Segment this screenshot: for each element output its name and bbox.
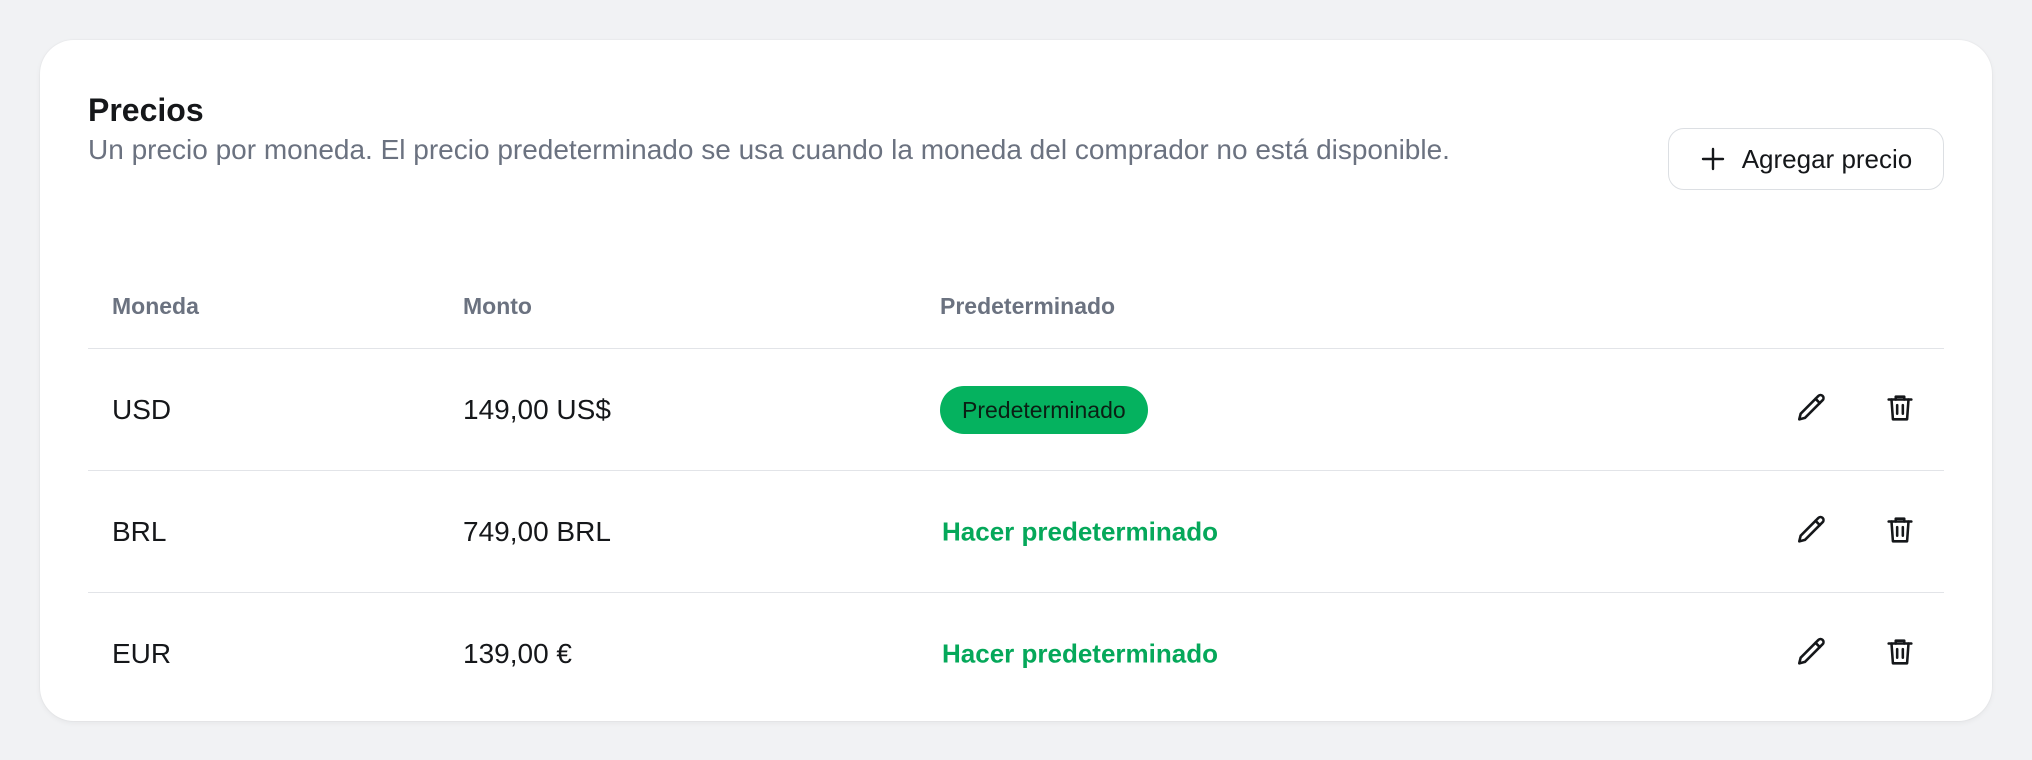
table-header: Moneda Monto Predeterminado <box>88 240 1944 349</box>
add-price-label: Agregar precio <box>1741 143 1913 174</box>
prices-table: Moneda Monto Predeterminado USD 149,00 U… <box>88 240 1944 714</box>
amount-cell: 749,00 BRL <box>463 515 611 547</box>
pricing-card: Precios Un precio por moneda. El precio … <box>40 40 1992 721</box>
add-price-button[interactable]: Agregar precio <box>1668 128 1944 190</box>
table-row: USD 149,00 US$ Predeterminado <box>88 349 1944 471</box>
column-header-default: Predeterminado <box>940 293 1116 319</box>
amount-cell: 139,00 € <box>463 637 572 669</box>
pricing-title: Precios <box>88 92 204 128</box>
pricing-header: Precios Un precio por moneda. El precio … <box>88 90 1944 200</box>
amount-cell: 149,00 US$ <box>463 393 611 425</box>
table-row: EUR 139,00 € Hacer predeterminado <box>88 593 1944 714</box>
edit-price-button[interactable] <box>1792 634 1832 674</box>
pencil-icon <box>1795 513 1829 550</box>
trash-icon <box>1883 635 1917 672</box>
delete-price-button[interactable] <box>1880 390 1920 430</box>
column-header-amount: Monto <box>463 293 532 319</box>
table-row: BRL 749,00 BRL Hacer predeterminado <box>88 471 1944 593</box>
delete-price-button[interactable] <box>1880 512 1920 552</box>
edit-price-button[interactable] <box>1792 390 1832 430</box>
edit-price-button[interactable] <box>1792 512 1832 552</box>
delete-price-button[interactable] <box>1880 634 1920 674</box>
pencil-icon <box>1795 391 1829 428</box>
plus-icon <box>1700 146 1726 172</box>
trash-icon <box>1883 391 1917 428</box>
currency-cell: USD <box>112 393 172 425</box>
default-badge: Predeterminado <box>940 385 1148 434</box>
currency-cell: BRL <box>112 515 167 547</box>
trash-icon <box>1883 513 1917 550</box>
pencil-icon <box>1795 635 1829 672</box>
make-default-button[interactable]: Hacer predeterminado <box>942 516 1218 547</box>
column-header-currency: Moneda <box>112 293 199 319</box>
currency-cell: EUR <box>112 637 172 669</box>
make-default-button[interactable]: Hacer predeterminado <box>942 638 1218 669</box>
pricing-subtitle: Un precio por moneda. El precio predeter… <box>88 134 1450 165</box>
